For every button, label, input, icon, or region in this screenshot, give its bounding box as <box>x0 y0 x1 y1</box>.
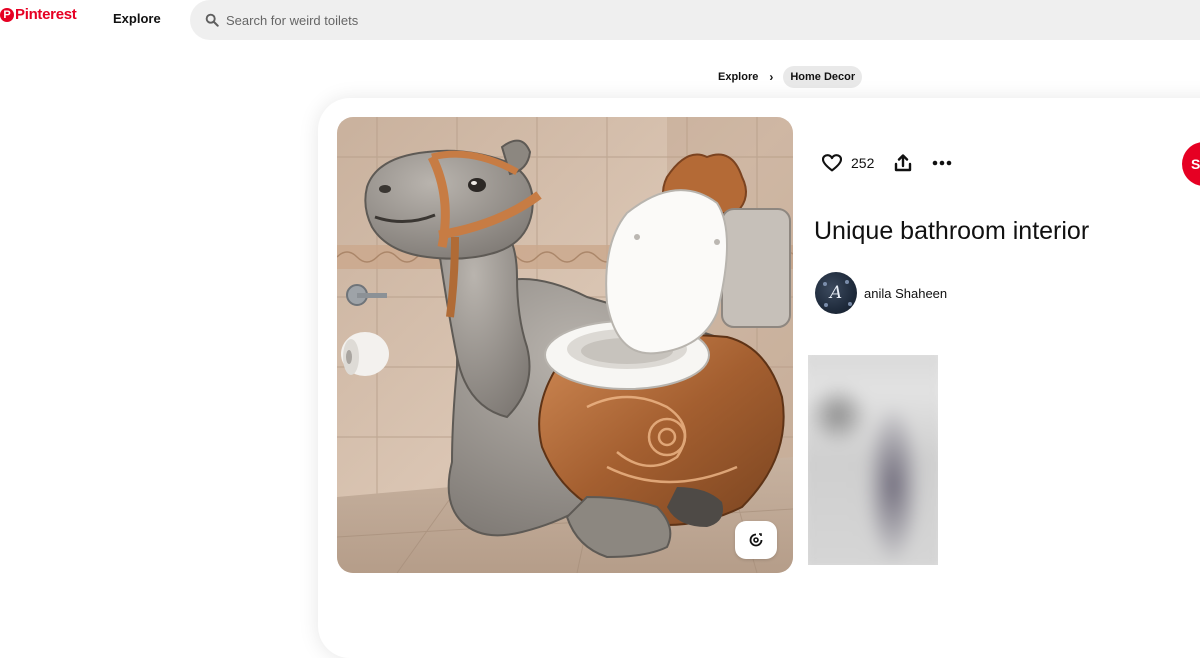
search-input[interactable] <box>226 12 926 28</box>
share-icon <box>895 154 912 172</box>
nav-explore-link[interactable]: Explore <box>113 11 161 26</box>
search-bar[interactable] <box>190 0 1200 40</box>
search-icon <box>205 13 219 27</box>
pin-title: Unique bathroom interior <box>814 217 1090 245</box>
pin-image[interactable] <box>337 117 793 573</box>
pin-actions: 252 <box>822 152 952 174</box>
blurred-related-pin[interactable] <box>808 355 938 565</box>
pinterest-logo[interactable]: P Pinterest <box>0 6 77 23</box>
like-button[interactable] <box>822 154 842 172</box>
visual-search-icon <box>749 533 763 547</box>
more-options-button[interactable] <box>932 160 952 166</box>
visual-search-button[interactable] <box>735 521 777 559</box>
logo-text: Pinterest <box>15 6 77 23</box>
breadcrumb-separator: › <box>769 70 774 84</box>
breadcrumb-explore[interactable]: Explore <box>718 71 758 83</box>
creator-info: A anila Shaheen <box>815 272 947 314</box>
share-button[interactable] <box>894 154 912 172</box>
more-icon <box>933 160 952 166</box>
avatar[interactable]: A <box>815 272 857 314</box>
heart-icon <box>822 154 842 172</box>
top-header: P Pinterest Explore <box>0 0 1200 40</box>
pin-image-illustration <box>337 117 793 573</box>
like-count: 252 <box>851 155 875 171</box>
creator-name[interactable]: anila Shaheen <box>864 286 947 301</box>
avatar-letter: A <box>829 283 843 303</box>
breadcrumb-home-decor[interactable]: Home Decor <box>783 66 863 88</box>
breadcrumb: Explore › Home Decor <box>718 66 863 88</box>
pinterest-logo-icon: P <box>0 7 14 22</box>
